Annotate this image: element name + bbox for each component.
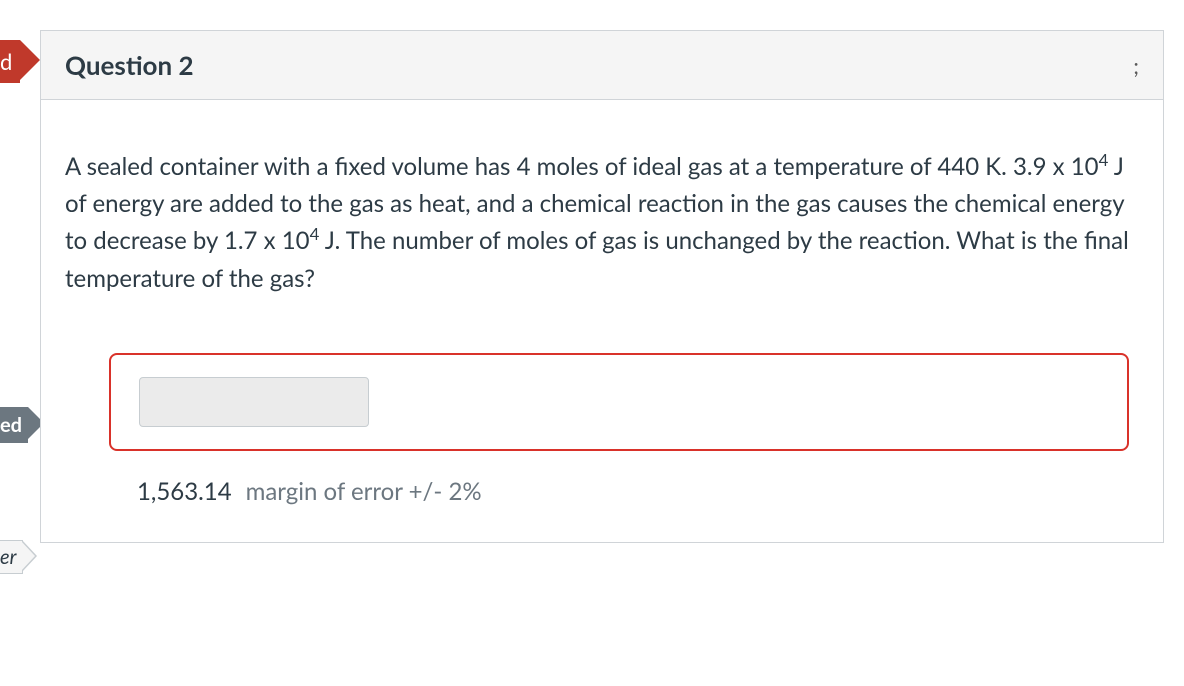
correct-answer-value: 1,563.14 [137,477,232,506]
question-body: A sealed container with a fixed volume h… [41,100,1163,542]
badge-ed-text: ed [0,413,22,437]
badge-correct-answer-fragment: er [0,540,23,574]
badge-answered-fragment: ed [0,407,28,443]
question-card: Question 2 ; A sealed container with a f… [40,30,1164,543]
question-title: Question 2 [65,49,194,81]
margin-of-error-label: margin of error +/- 2% [246,477,482,506]
badge-top-text: d [0,48,12,75]
question-header: Question 2 ; [41,31,1163,100]
answer-block-incorrect [109,353,1129,451]
question-points: ; [1133,52,1139,79]
correct-answer-row: 1,563.14 margin of error +/- 2% [137,477,1139,506]
badge-er-text: er [0,545,16,569]
answer-input[interactable] [139,377,369,427]
question-text: A sealed container with a fixed volume h… [65,148,1139,297]
badge-incorrect-fragment: d [0,40,20,83]
